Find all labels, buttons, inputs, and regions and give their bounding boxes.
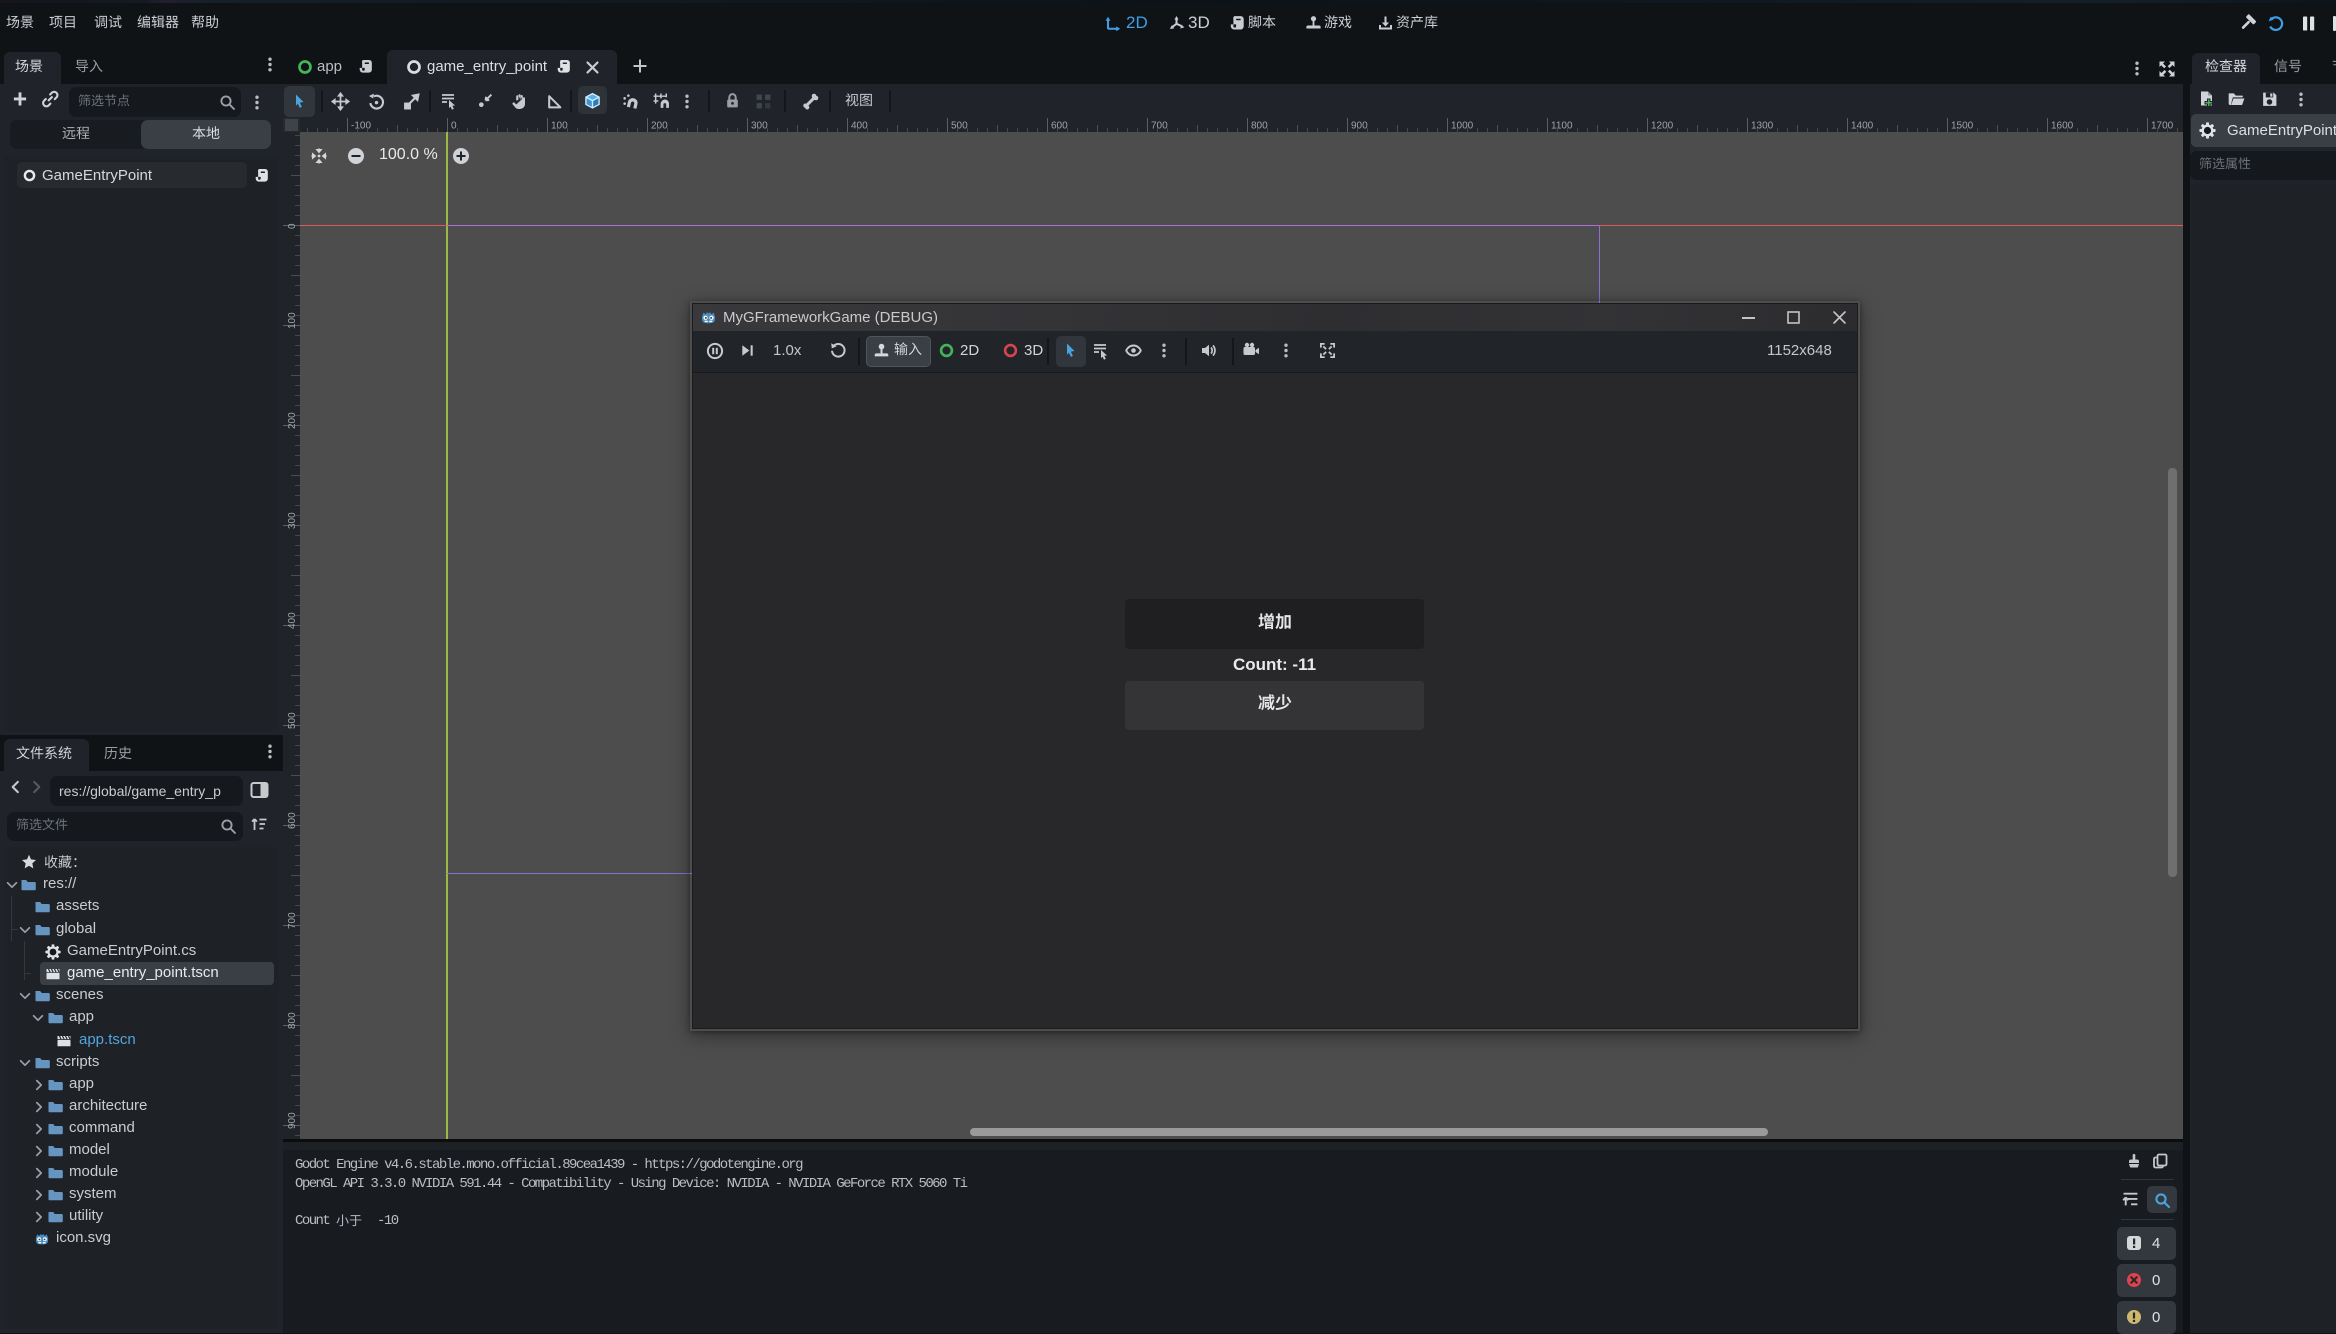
svg-text:500: 500	[951, 121, 968, 132]
svg-text:400: 400	[287, 612, 298, 629]
svg-text:700: 700	[1151, 121, 1168, 132]
svg-text:1500: 1500	[1951, 121, 1974, 132]
svg-text:500: 500	[287, 712, 298, 729]
svg-text:100: 100	[287, 312, 298, 329]
svg-text:1100: 1100	[1551, 121, 1573, 132]
svg-text:0: 0	[451, 121, 457, 132]
svg-text:200: 200	[287, 412, 298, 429]
svg-text:900: 900	[287, 1112, 298, 1129]
svg-text:800: 800	[1251, 121, 1268, 132]
svg-text:-100: -100	[351, 121, 371, 132]
svg-text:1000: 1000	[1451, 121, 1474, 132]
svg-text:200: 200	[651, 121, 668, 132]
svg-text:0: 0	[287, 223, 298, 229]
svg-text:600: 600	[287, 812, 298, 829]
svg-text:900: 900	[1351, 121, 1368, 132]
svg-text:600: 600	[1051, 121, 1068, 132]
svg-text:1200: 1200	[1651, 121, 1674, 132]
svg-text:1400: 1400	[1851, 121, 1874, 132]
svg-text:300: 300	[287, 512, 298, 529]
svg-text:100: 100	[551, 121, 568, 132]
svg-text:300: 300	[751, 121, 768, 132]
svg-text:1300: 1300	[1751, 121, 1774, 132]
svg-text:400: 400	[851, 121, 868, 132]
svg-text:800: 800	[287, 1012, 298, 1029]
svg-text:1700: 1700	[2151, 121, 2174, 132]
svg-text:1600: 1600	[2051, 121, 2074, 132]
svg-text:700: 700	[287, 912, 298, 929]
